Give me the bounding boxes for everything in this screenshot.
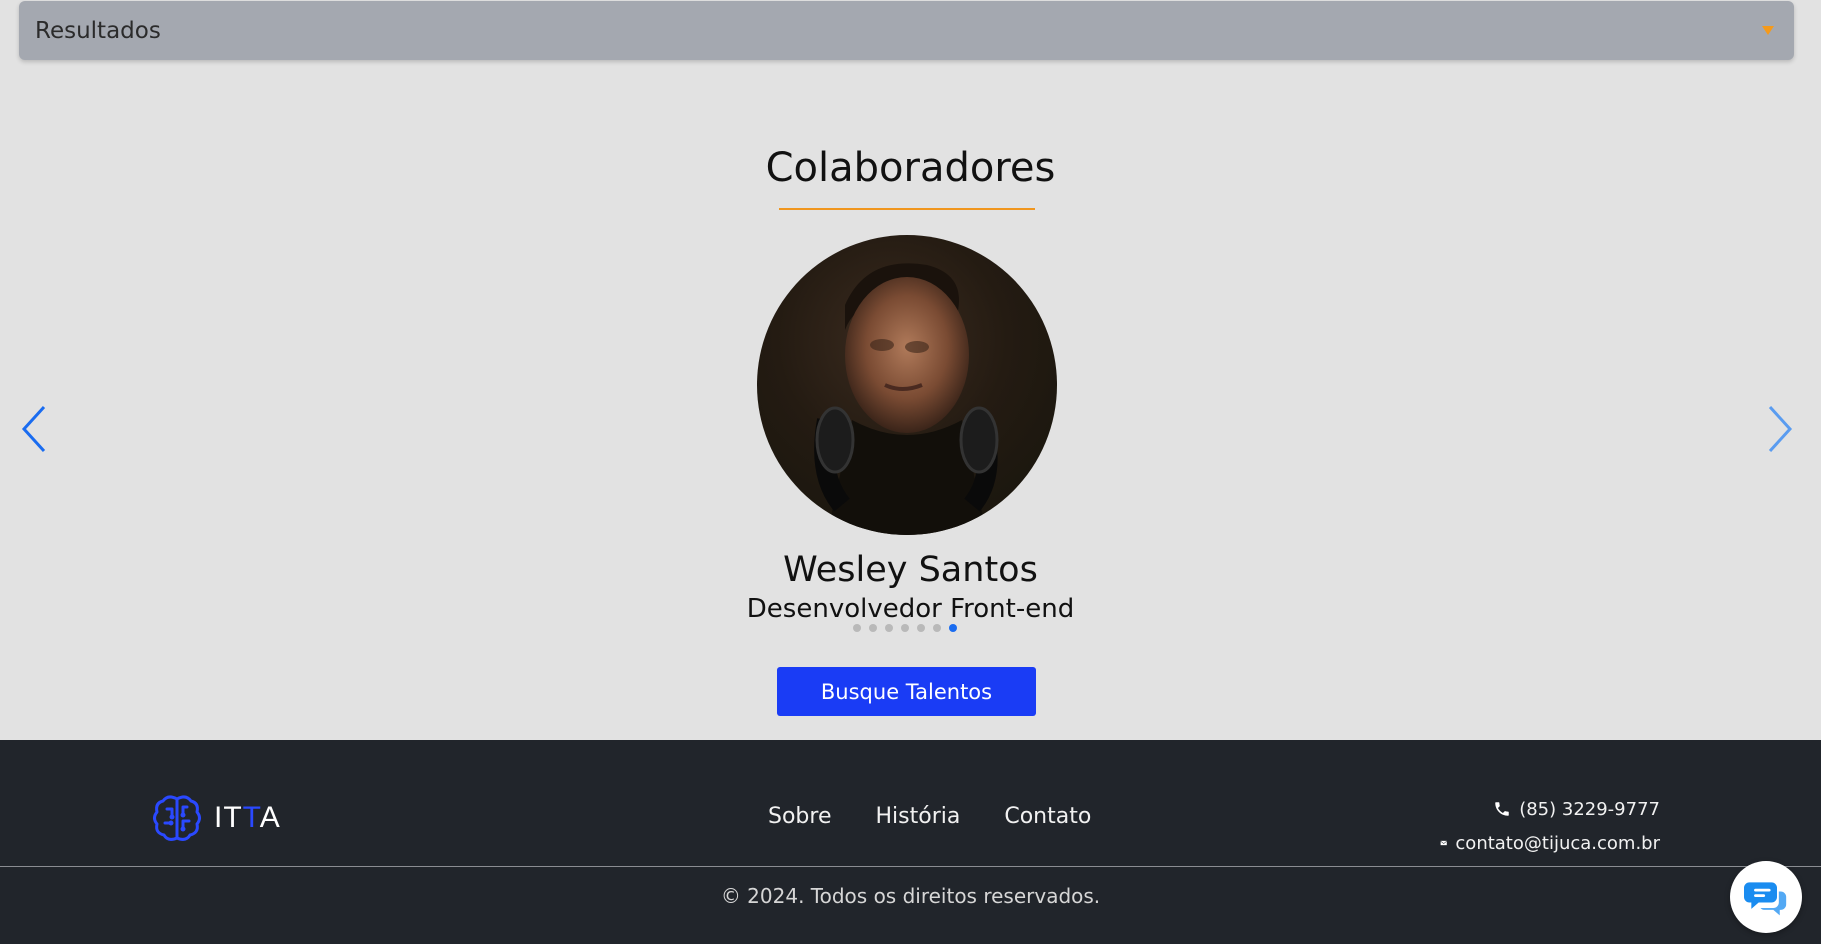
footer-link-sobre[interactable]: Sobre [768, 804, 832, 829]
caret-down-icon[interactable] [1762, 26, 1774, 35]
footer-nav: Sobre História Contato [768, 804, 1091, 829]
section-title: Colaboradores [765, 145, 1056, 191]
collaborator-avatar [757, 235, 1057, 535]
logo-text: ITTA [214, 801, 281, 834]
carousel-dot[interactable] [869, 624, 877, 632]
chat-widget-button[interactable] [1730, 861, 1802, 933]
chat-bubbles-icon [1744, 882, 1787, 916]
envelope-icon [1440, 840, 1447, 846]
carousel-dot-active[interactable] [949, 624, 957, 632]
brain-circuit-icon [153, 795, 201, 841]
carousel-dot[interactable] [885, 624, 893, 632]
phone-number: (85) 3229-9777 [1519, 798, 1660, 820]
carousel-prev-button[interactable] [18, 403, 54, 455]
carousel-dot[interactable] [853, 624, 861, 632]
contact-phone[interactable]: (85) 3229-9777 [1440, 792, 1660, 826]
contact-email[interactable]: contato@tijuca.com.br [1440, 826, 1660, 860]
footer-divider [0, 866, 1821, 867]
carousel-dot[interactable] [933, 624, 941, 632]
collaborator-name: Wesley Santos [783, 550, 1038, 590]
footer-logo[interactable]: ITTA [150, 791, 281, 845]
footer: ITTA Sobre História Contato (85) 3229-97… [0, 740, 1821, 944]
footer-link-contato[interactable]: Contato [1004, 804, 1091, 829]
title-underline [779, 208, 1035, 210]
collaborator-photo [814, 263, 999, 535]
chevron-left-icon [21, 405, 46, 453]
accordion-title: Resultados [35, 17, 161, 44]
collaborator-role: Desenvolvedor Front-end [746, 594, 1075, 624]
carousel-pagination [853, 624, 957, 632]
phone-icon [1495, 802, 1509, 816]
find-talents-button[interactable]: Busque Talentos [777, 667, 1036, 716]
carousel-dot[interactable] [901, 624, 909, 632]
copyright-text: © 2024. Todos os direitos reservados. [720, 884, 1101, 908]
chevron-right-icon [1768, 405, 1793, 453]
footer-link-historia[interactable]: História [876, 804, 961, 829]
footer-contact: (85) 3229-9777 contato@tijuca.com.br [1440, 792, 1660, 860]
carousel-next-button[interactable] [1760, 403, 1796, 455]
results-accordion-header[interactable]: Resultados [19, 1, 1794, 60]
email-address: contato@tijuca.com.br [1455, 832, 1660, 854]
carousel-dot[interactable] [917, 624, 925, 632]
